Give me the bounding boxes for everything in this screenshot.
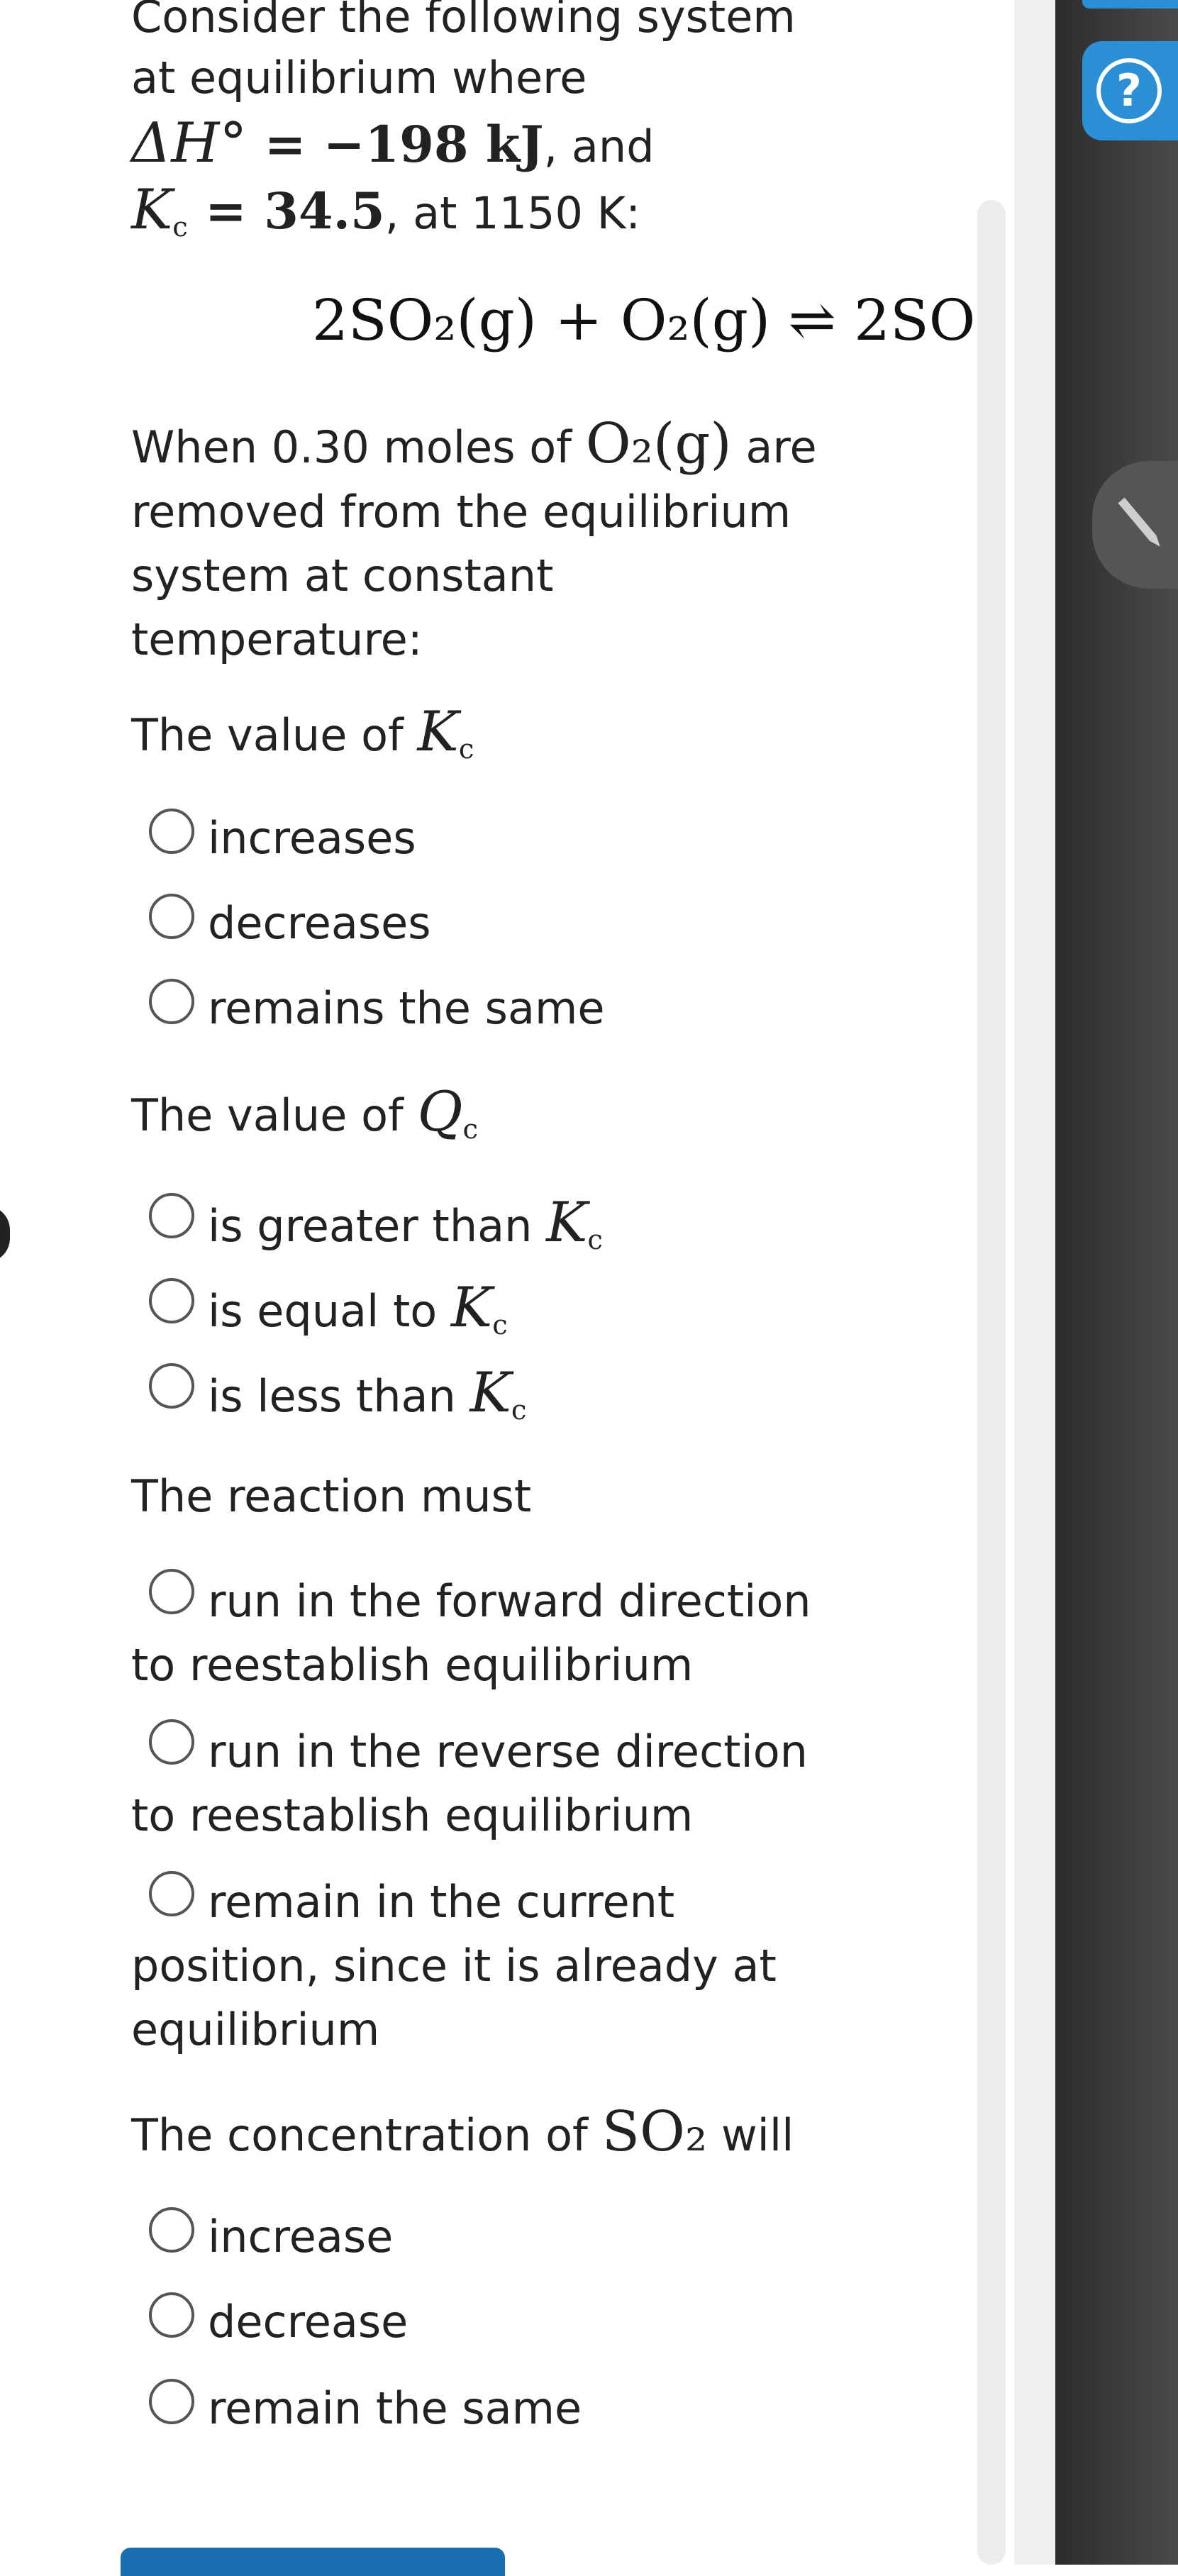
q2-option-greater-radio[interactable] [149, 1193, 194, 1238]
change-species: O₂(g) [585, 412, 732, 476]
q2-option-greater-sub: c [587, 1223, 603, 1256]
q2-option-equal-label[interactable]: is equal to Kc [208, 1275, 508, 1358]
intro-line-1: Consider the following system [131, 0, 796, 43]
delta-h-symbol: ΔH° [131, 111, 248, 175]
kc-sub: c [172, 211, 188, 243]
delta-h-value: = −198 kJ [247, 115, 544, 174]
q1-sub: c [458, 733, 474, 765]
q3-option-reverse-line-1[interactable]: run in the reverse direction [208, 1719, 808, 1784]
q3-option-remain-line-2[interactable]: position, since it is already at [131, 1933, 777, 1999]
kc-value: = 34.5 [187, 182, 385, 240]
q3-option-remain-line-3[interactable]: equilibrium [131, 1997, 379, 2063]
q2-option-greater-symbol: K [546, 1191, 588, 1255]
q1-symbol: K [417, 700, 459, 764]
kc-symbol: K [131, 178, 173, 242]
q4-option-decrease-label[interactable]: decrease [208, 2289, 408, 2355]
change-line-3: system at constant [131, 550, 554, 601]
q3-option-forward-line-2[interactable]: to reestablish equilibrium [131, 1633, 693, 1698]
q2-option-equal-symbol: K [450, 1276, 493, 1340]
q4-option-same-label[interactable]: remain the same [208, 2376, 582, 2441]
change-pre: When 0.30 moles of [131, 421, 586, 473]
pencil-button[interactable] [1092, 461, 1178, 589]
q2-prompt-text: The value of [131, 1089, 418, 1141]
change-post: are [731, 421, 817, 473]
q2-option-less-radio[interactable] [149, 1363, 194, 1409]
q1-option-increases-radio[interactable] [149, 809, 194, 854]
kc-tail: , at 1150 K: [384, 187, 641, 239]
q2-option-less-label[interactable]: is less than Kc [208, 1360, 526, 1443]
q1-prompt-text: The value of [131, 709, 418, 761]
left-edge-handle [0, 1206, 10, 1262]
change-line-2: removed from the equilibrium [131, 486, 791, 538]
q3-option-remain-radio[interactable] [149, 1871, 194, 1916]
help-button[interactable]: ? [1082, 41, 1178, 140]
q2-prompt: The value of Qc [131, 1079, 478, 1162]
q2-option-less-sub: c [511, 1394, 527, 1426]
tool-strip [1055, 0, 1178, 2565]
q2-sub: c [462, 1113, 479, 1145]
bottom-action-button[interactable] [121, 2548, 505, 2576]
q2-option-equal-text: is equal to [208, 1285, 451, 1337]
q3-option-forward-radio[interactable] [149, 1569, 194, 1614]
q1-option-same-label[interactable]: remains the same [208, 976, 604, 1041]
question-mark-icon: ? [1096, 58, 1162, 123]
q4-species: SO₂ [601, 2100, 708, 2164]
q2-option-equal-sub: c [492, 1309, 508, 1341]
question-panel: Consider the following system at equilib… [0, 0, 1014, 2576]
reaction-equation: 2SO₂(g) + O₂(g) ⇌ 2SO₃ [312, 287, 999, 353]
q2-option-less-symbol: K [469, 1361, 511, 1425]
q1-option-decreases-label[interactable]: decreases [208, 891, 431, 956]
q3-option-reverse-line-2[interactable]: to reestablish equilibrium [131, 1783, 693, 1848]
q4-option-same-radio[interactable] [149, 2379, 194, 2424]
change-line-1: When 0.30 moles of O₂(g) are [131, 411, 817, 480]
q4-prompt: The concentration of SO₂ will [131, 2099, 794, 2168]
q2-option-less-text: is less than [208, 1370, 470, 1422]
q3-option-forward-line-1[interactable]: run in the forward direction [208, 1569, 811, 1634]
q1-option-decreases-radio[interactable] [149, 894, 194, 939]
q4-post: will [707, 2109, 794, 2161]
scrollbar[interactable] [977, 200, 1006, 2565]
q3-option-reverse-radio[interactable] [149, 1719, 194, 1765]
top-tab[interactable] [1082, 0, 1178, 9]
intro-line-3: ΔH° = −198 kJ, and [131, 111, 655, 179]
q2-option-greater-text: is greater than [208, 1200, 547, 1252]
q4-option-increase-radio[interactable] [149, 2207, 194, 2253]
q4-option-decrease-radio[interactable] [149, 2292, 194, 2338]
q3-prompt: The reaction must [131, 1470, 532, 1522]
change-line-4: temperature: [131, 614, 423, 665]
q4-option-increase-label[interactable]: increase [208, 2204, 393, 2270]
q2-option-equal-radio[interactable] [149, 1278, 194, 1323]
q4-prompt-text: The concentration of [131, 2109, 602, 2161]
q1-option-increases-label[interactable]: increases [208, 806, 416, 871]
intro-line-2: at equilibrium where [131, 52, 587, 104]
intro-line-4: Kc = 34.5, at 1150 K: [131, 177, 640, 260]
q2-symbol: Q [417, 1080, 463, 1144]
delta-h-tail: , and [543, 121, 655, 172]
q1-prompt: The value of Kc [131, 699, 474, 782]
q1-option-same-radio[interactable] [149, 979, 194, 1024]
pencil-icon [1118, 497, 1160, 547]
q3-option-remain-line-1[interactable]: remain in the current [208, 1870, 674, 1935]
q2-option-greater-label[interactable]: is greater than Kc [208, 1190, 603, 1273]
